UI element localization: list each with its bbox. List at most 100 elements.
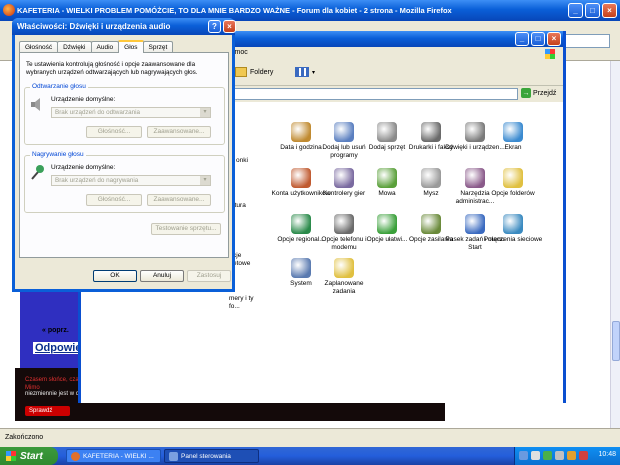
applet-icon — [421, 168, 441, 188]
folder-icon — [235, 67, 247, 77]
close-icon[interactable]: × — [223, 20, 236, 33]
tray-icon[interactable] — [567, 451, 576, 460]
control-panel-item-label: Połączenia sieciowe — [483, 236, 543, 243]
speaker-icon — [31, 98, 40, 111]
folders-button[interactable]: Foldery — [235, 67, 273, 77]
firefox-icon — [3, 4, 15, 16]
taskbar: Start KAFETERIA - WIELKI ... Panel stero… — [0, 447, 620, 465]
start-button[interactable]: Start — [0, 447, 58, 465]
recording-device-label: Urządzenie domyślne: — [51, 164, 116, 171]
applet-icon — [291, 168, 311, 188]
applet-icon — [503, 122, 523, 142]
tray-icon[interactable] — [543, 451, 552, 460]
icon-label-fragment: onki — [236, 157, 248, 164]
icon-label-fragment: mery i ty fo... — [229, 295, 254, 310]
control-panel-item-label: Opcje folderów — [491, 190, 535, 197]
go-arrow-icon: → — [521, 88, 531, 98]
playback-device-value: Brak urządzeń do odtwarzania — [55, 109, 141, 116]
control-panel-item-label: Zaplanowane zadania — [324, 280, 364, 295]
task-firefox-label: KAFETERIA - WIELKI ... — [83, 452, 154, 460]
dialog-titlebar: Właściwości: Dźwięki i urządzenia audio — [12, 18, 235, 35]
recording-device-select[interactable]: Brak urządzeń do nagrywania ▾ — [51, 175, 211, 186]
task-control-panel[interactable]: Panel sterowania — [164, 449, 259, 463]
close-icon[interactable]: × — [602, 3, 617, 18]
ok-button[interactable]: OK — [93, 270, 137, 282]
go-button[interactable]: → Przejdź — [521, 88, 556, 98]
minimize-icon[interactable]: _ — [515, 32, 529, 46]
windows-logo-icon — [6, 451, 16, 461]
scrollbar-thumb[interactable] — [612, 321, 620, 361]
recording-device-value: Brak urządzeń do nagrywania — [55, 177, 139, 184]
voice-description: Te ustawienia kontrolują głośność i opcj… — [26, 61, 198, 76]
microphone-icon — [31, 165, 44, 180]
control-panel-item[interactable]: Połączenia sieciowe — [483, 214, 543, 244]
recording-volume-button[interactable]: Głośność... — [86, 194, 142, 206]
recording-group-label: Nagrywanie głosu — [30, 151, 86, 158]
control-panel-item-label: Ekran — [504, 144, 522, 151]
task-firefox[interactable]: KAFETERIA - WIELKI ... — [66, 449, 161, 463]
test-hardware-button[interactable]: Testowanie sprzętu... — [151, 223, 221, 235]
help-icon[interactable]: ? — [208, 20, 221, 33]
recording-group: Nagrywanie głosu Urządzenie domyślne: Br… — [24, 151, 225, 213]
start-label: Start — [20, 450, 43, 462]
system-tray: 10:48 — [514, 447, 620, 465]
applet-icon — [377, 214, 397, 234]
control-panel-item[interactable]: Zaplanowane zadania — [314, 258, 374, 295]
sound-properties-dialog: Właściwości: Dźwięki i urządzenia audio … — [12, 18, 236, 292]
voice-tab-panel: Te ustawienia kontrolują głośność i opcj… — [19, 52, 229, 258]
control-panel-item[interactable]: Ekran — [483, 122, 543, 152]
firefox-icon — [71, 451, 80, 461]
tab-voice[interactable]: Głos — [118, 40, 144, 53]
banner-check-button[interactable]: Sprawdź — [25, 406, 70, 416]
status-bar: Zakończono — [0, 428, 620, 447]
chevron-down-icon: ▾ — [200, 108, 210, 117]
playback-group: Odtwarzanie głosu Urządzenie domyślne: B… — [24, 83, 225, 145]
firefox-window-controls: _ □ × — [568, 3, 617, 18]
windows-logo-icon — [541, 47, 559, 60]
chevron-down-icon: ▾ — [312, 69, 316, 76]
applet-icon — [334, 122, 354, 142]
go-label: Przejdź — [533, 89, 557, 97]
address-input[interactable] — [231, 88, 518, 100]
maximize-icon[interactable]: □ — [585, 3, 600, 18]
playback-device-select[interactable]: Brak urządzeń do odtwarzania ▾ — [51, 107, 211, 118]
tray-icon[interactable] — [555, 451, 564, 460]
playback-volume-button[interactable]: Głośność... — [86, 126, 142, 138]
cancel-button[interactable]: Anuluj — [140, 270, 184, 282]
applet-icon — [291, 214, 311, 234]
applet-icon — [503, 168, 523, 188]
views-icon — [295, 67, 309, 77]
applet-icon — [377, 122, 397, 142]
icon-label-fragment: cje etowe — [233, 252, 251, 267]
applet-icon — [465, 122, 485, 142]
dialog-controls: ? × — [208, 20, 236, 33]
control-panel-window-controls: _ □ × — [515, 32, 561, 46]
applet-icon — [503, 214, 523, 234]
apply-button[interactable]: Zastosuj — [187, 270, 231, 282]
maximize-icon[interactable]: □ — [531, 32, 545, 46]
applet-icon — [421, 122, 441, 142]
firefox-title-text: KAFETERIA - WIELKI PROBLEM POMÓŻCIE, TO … — [17, 6, 452, 15]
chevron-down-icon: ▾ — [200, 176, 210, 185]
playback-device-label: Urządzenie domyślne: — [51, 96, 116, 103]
forum-prev-link[interactable]: « poprz. — [42, 327, 69, 334]
tray-icon[interactable] — [531, 451, 540, 460]
views-button[interactable]: ▾ — [295, 67, 315, 77]
playback-advanced-button[interactable]: Zaawansowane... — [147, 126, 211, 138]
applet-icon — [291, 122, 311, 142]
applet-icon — [334, 258, 354, 278]
close-icon[interactable]: × — [547, 32, 561, 46]
applet-icon — [465, 168, 485, 188]
firefox-scrollbar[interactable] — [610, 61, 620, 428]
folders-label: Foldery — [250, 68, 274, 76]
network-icon[interactable] — [519, 451, 528, 460]
recording-advanced-button[interactable]: Zaawansowane... — [147, 194, 211, 206]
playback-group-label: Odtwarzanie głosu — [30, 83, 88, 90]
control-panel-item[interactable]: Opcje folderów — [483, 168, 543, 198]
minimize-icon[interactable]: _ — [568, 3, 583, 18]
clock: 10:48 — [598, 451, 616, 458]
applet-icon — [377, 168, 397, 188]
applet-icon — [334, 214, 354, 234]
security-icon[interactable] — [579, 451, 588, 460]
dialog-title: Właściwości: Dźwięki i urządzenia audio — [17, 22, 171, 31]
